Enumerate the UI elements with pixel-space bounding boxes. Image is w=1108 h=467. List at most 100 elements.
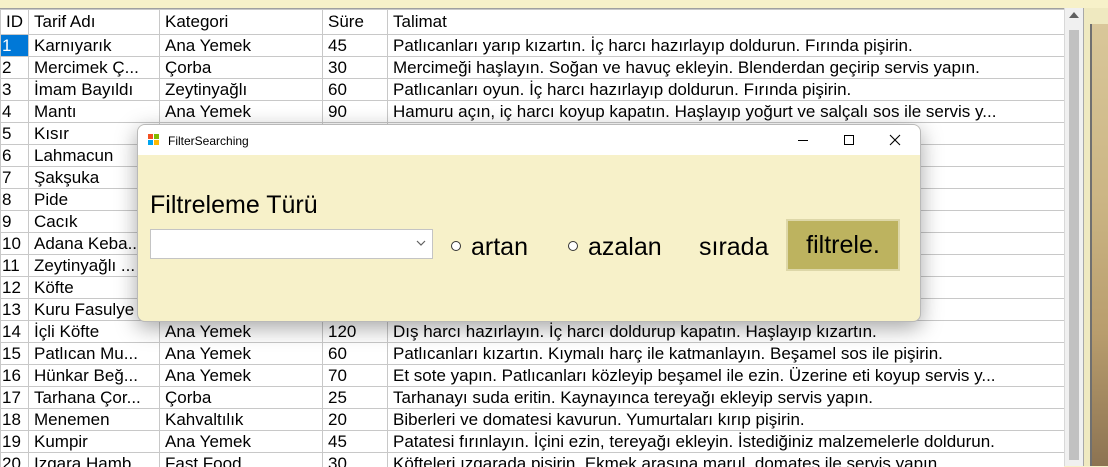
cell-name[interactable]: Mantı (29, 101, 160, 123)
cell-name[interactable]: Izgara Hamb... (29, 453, 160, 467)
cell-name[interactable]: Mercimek Ç... (29, 57, 160, 79)
cell-time[interactable]: 30 (323, 57, 388, 79)
filter-dialog: FilterSearching Filtreleme Türü artan az… (137, 124, 921, 322)
radio-descending-label: azalan (588, 233, 662, 262)
cell-id[interactable]: 19 (1, 431, 29, 453)
food-image (1090, 24, 1108, 466)
cell-name[interactable]: Karnıyarık (29, 35, 160, 57)
scrollbar-thumb[interactable] (1069, 30, 1079, 460)
cell-category[interactable]: Zeytinyağlı (160, 79, 323, 101)
cell-time[interactable]: 60 (323, 343, 388, 365)
column-header-category[interactable]: Kategori (160, 10, 323, 35)
table-row[interactable]: 15Patlıcan Mu...Ana Yemek60Patlıcanları … (1, 343, 1065, 365)
cell-id[interactable]: 12 (1, 277, 29, 299)
cell-id[interactable]: 11 (1, 255, 29, 277)
cell-time[interactable]: 70 (323, 365, 388, 387)
minimize-button[interactable] (780, 125, 826, 155)
table-row[interactable]: 14İçli KöfteAna Yemek120Dış harcı hazırl… (1, 321, 1065, 343)
table-row[interactable]: 2Mercimek Ç...Çorba30Mercimeği haşlayın.… (1, 57, 1065, 79)
cell-name[interactable]: Kumpir (29, 431, 160, 453)
table-row[interactable]: 3İmam BayıldıZeytinyağlı60Patlıcanları o… (1, 79, 1065, 101)
radio-descending-circle[interactable] (568, 241, 578, 251)
cell-id[interactable]: 4 (1, 101, 29, 123)
cell-time[interactable]: 45 (323, 35, 388, 57)
cell-time[interactable]: 120 (323, 321, 388, 343)
cell-time[interactable]: 60 (323, 79, 388, 101)
cell-category[interactable]: Ana Yemek (160, 431, 323, 453)
table-row[interactable]: 19KumpirAna Yemek45Patatesi fırınlayın. … (1, 431, 1065, 453)
cell-name[interactable]: Patlıcan Mu... (29, 343, 160, 365)
cell-instructions[interactable]: Patlıcanları kızartın. Kıymalı harç ile … (388, 343, 1065, 365)
cell-time[interactable]: 45 (323, 431, 388, 453)
cell-instructions[interactable]: Köfteleri ızgarada pişirin. Ekmek arasın… (388, 453, 1065, 467)
radio-ascending-circle[interactable] (451, 241, 461, 251)
header-row: ID Tarif Adı Kategori Süre Talimat (1, 10, 1065, 35)
maximize-button[interactable] (826, 125, 872, 155)
cell-name[interactable]: İçli Köfte (29, 321, 160, 343)
column-header-name[interactable]: Tarif Adı (29, 10, 160, 35)
filter-type-select[interactable] (150, 229, 433, 259)
cell-category[interactable]: Ana Yemek (160, 365, 323, 387)
cell-instructions[interactable]: Dış harcı hazırlayın. İç harcı doldurup … (388, 321, 1065, 343)
cell-id[interactable]: 1 (1, 35, 29, 57)
cell-time[interactable]: 20 (323, 409, 388, 431)
cell-id[interactable]: 13 (1, 299, 29, 321)
cell-category[interactable]: Çorba (160, 57, 323, 79)
table-row[interactable]: 1KarnıyarıkAna Yemek45Patlıcanları yarıp… (1, 35, 1065, 57)
cell-category[interactable]: Ana Yemek (160, 321, 323, 343)
cell-id[interactable]: 2 (1, 57, 29, 79)
cell-id[interactable]: 9 (1, 211, 29, 233)
table-row[interactable]: 16Hünkar Beğ...Ana Yemek70Et sote yapın.… (1, 365, 1065, 387)
cell-id[interactable]: 7 (1, 167, 29, 189)
table-row[interactable]: 18MenemenKahvaltılık20Biberleri ve domat… (1, 409, 1065, 431)
chevron-down-icon (416, 239, 426, 247)
cell-category[interactable]: Kahvaltılık (160, 409, 323, 431)
cell-category[interactable]: Çorba (160, 387, 323, 409)
close-button[interactable] (872, 125, 918, 155)
cell-id[interactable]: 8 (1, 189, 29, 211)
scroll-up-arrow-icon[interactable] (1069, 12, 1079, 18)
cell-id[interactable]: 6 (1, 145, 29, 167)
cell-name[interactable]: Tarhana Çor... (29, 387, 160, 409)
cell-id[interactable]: 16 (1, 365, 29, 387)
cell-id[interactable]: 18 (1, 409, 29, 431)
cell-id[interactable]: 14 (1, 321, 29, 343)
app-icon (148, 134, 160, 146)
cell-category[interactable]: Ana Yemek (160, 35, 323, 57)
column-header-id[interactable]: ID (1, 10, 29, 35)
cell-id[interactable]: 5 (1, 123, 29, 145)
column-header-time[interactable]: Süre (323, 10, 388, 35)
order-suffix-label: sırada (699, 233, 768, 262)
filter-button[interactable]: filtrele. (786, 219, 900, 271)
cell-instructions[interactable]: Biberleri ve domatesi kavurun. Yumurtala… (388, 409, 1065, 431)
cell-id[interactable]: 3 (1, 79, 29, 101)
cell-name[interactable]: Hünkar Beğ... (29, 365, 160, 387)
cell-category[interactable]: Ana Yemek (160, 101, 323, 123)
cell-time[interactable]: 90 (323, 101, 388, 123)
cell-instructions[interactable]: Patlıcanları oyun. İç harcı hazırlayıp d… (388, 79, 1065, 101)
dialog-titlebar[interactable]: FilterSearching (138, 125, 920, 155)
cell-id[interactable]: 17 (1, 387, 29, 409)
cell-time[interactable]: 25 (323, 387, 388, 409)
cell-instructions[interactable]: Tarhanayı suda eritin. Kaynayınca tereya… (388, 387, 1065, 409)
cell-category[interactable]: Fast Food (160, 453, 323, 467)
cell-name[interactable]: Menemen (29, 409, 160, 431)
cell-instructions[interactable]: Patatesi fırınlayın. İçini ezin, tereyağ… (388, 431, 1065, 453)
table-row[interactable]: 17Tarhana Çor...Çorba25Tarhanayı suda er… (1, 387, 1065, 409)
maximize-icon (844, 135, 854, 145)
cell-instructions[interactable]: Et sote yapın. Patlıcanları közleyip beş… (388, 365, 1065, 387)
cell-id[interactable]: 20 (1, 453, 29, 467)
cell-instructions[interactable]: Hamuru açın, iç harcı koyup kapatın. Haş… (388, 101, 1065, 123)
cell-name[interactable]: İmam Bayıldı (29, 79, 160, 101)
vertical-scrollbar[interactable] (1064, 8, 1083, 466)
cell-instructions[interactable]: Patlıcanları yarıp kızartın. İç harcı ha… (388, 35, 1065, 57)
table-row[interactable]: 20Izgara Hamb...Fast Food30Köfteleri ızg… (1, 453, 1065, 467)
close-icon (889, 134, 901, 146)
table-row[interactable]: 4MantıAna Yemek90Hamuru açın, iç harcı k… (1, 101, 1065, 123)
cell-id[interactable]: 15 (1, 343, 29, 365)
column-header-instructions[interactable]: Talimat (388, 10, 1065, 35)
cell-id[interactable]: 10 (1, 233, 29, 255)
cell-time[interactable]: 30 (323, 453, 388, 467)
cell-category[interactable]: Ana Yemek (160, 343, 323, 365)
cell-instructions[interactable]: Mercimeği haşlayın. Soğan ve havuç ekley… (388, 57, 1065, 79)
